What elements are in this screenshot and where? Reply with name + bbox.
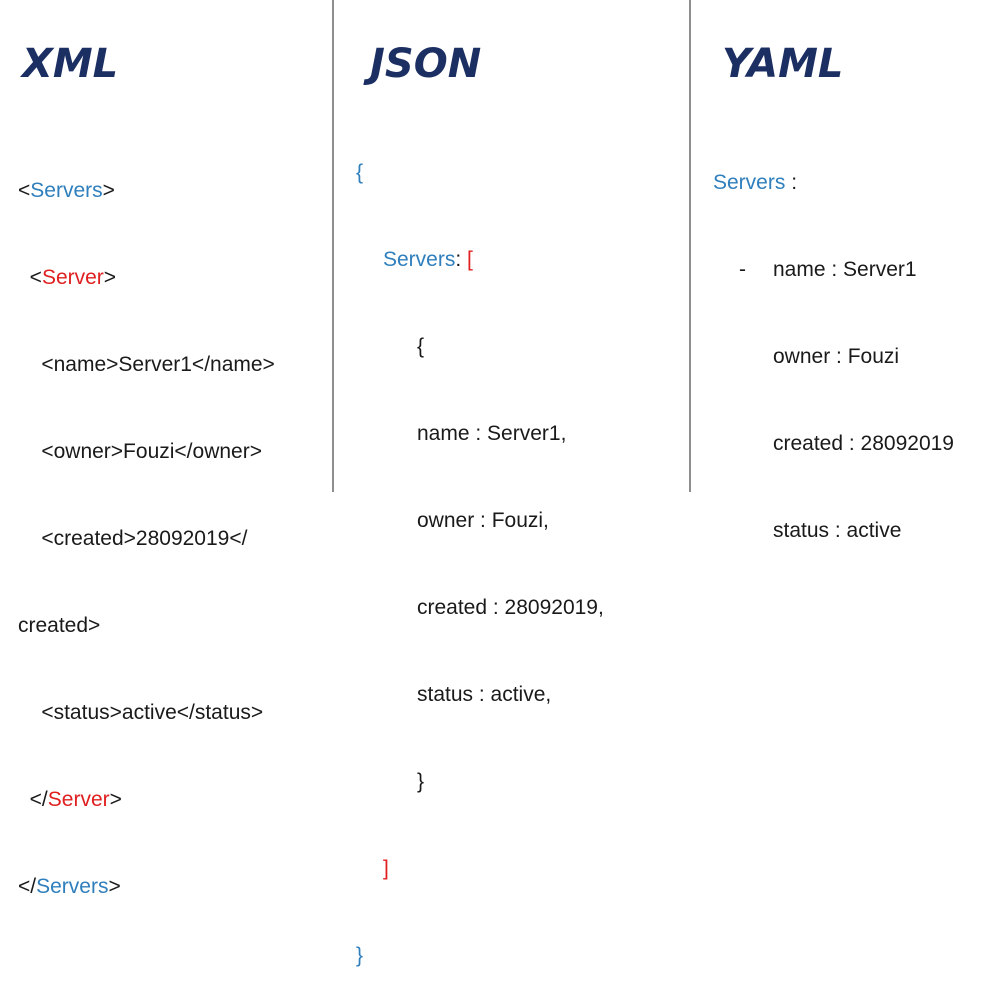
divider-left [332, 0, 334, 492]
yaml-title: YAML [722, 41, 844, 87]
xml-title: XML [22, 41, 119, 87]
json-item-open: { [417, 335, 425, 358]
yaml-dash: - [739, 258, 746, 281]
json-servers-line: Servers: [ [356, 245, 604, 274]
xml-line-server-open: <Server> [18, 263, 275, 292]
xml-bracket: < [18, 266, 42, 289]
xml-line-server-close: </Server> [18, 785, 275, 814]
json-open-bracket: [ [467, 248, 473, 271]
xml-code-block: <Servers> <Server> <name>Server1</name> … [18, 118, 275, 930]
xml-line-servers-close: </Servers> [18, 872, 275, 901]
yaml-status-line: status : active [773, 519, 902, 542]
xml-line-status: <status>active</status> [18, 701, 264, 724]
xml-line-created-wrap: created> [18, 614, 101, 637]
json-created-line: created : 28092019, [417, 596, 604, 619]
xml-tag-servers: Servers [36, 875, 109, 898]
json-title: JSON [370, 41, 482, 87]
divider-right [689, 0, 691, 492]
yaml-created-line: created : 28092019 [773, 432, 954, 455]
xml-bracket: </ [18, 875, 37, 898]
yaml-name: name : Server1 [773, 258, 917, 281]
yaml-colon: : [785, 171, 798, 194]
xml-line-name: <name>Server1</name> [18, 353, 275, 376]
xml-bracket: > [102, 179, 115, 202]
json-close-brace: } [356, 944, 364, 967]
xml-tag-servers: Servers [30, 179, 103, 202]
xml-bracket: > [109, 788, 122, 811]
json-item-close: } [417, 770, 425, 793]
yaml-name-line: - name : Server1 [713, 255, 954, 284]
xml-tag-server: Server [47, 788, 110, 811]
json-owner-line: owner : Fouzi, [417, 509, 549, 532]
xml-line-created: <created>28092019</ [18, 527, 248, 550]
xml-bracket: > [108, 875, 121, 898]
json-colon: : [455, 248, 468, 271]
xml-bracket: < [18, 179, 31, 202]
json-close-bracket: ] [383, 857, 389, 880]
yaml-code-block: Servers : - name : Server1 owner : Fouzi … [713, 110, 954, 574]
json-status-line: status : active, [417, 683, 552, 706]
json-code-block: { Servers: [ { name : Server1, owner : F… [356, 100, 604, 984]
yaml-servers-line: Servers : [713, 168, 954, 197]
xml-line-owner: <owner>Fouzi</owner> [18, 440, 262, 463]
xml-bracket: </ [18, 788, 48, 811]
yaml-servers-key: Servers [713, 171, 786, 194]
json-servers-key: Servers [383, 248, 456, 271]
yaml-owner-line: owner : Fouzi [773, 345, 900, 368]
xml-bracket: > [103, 266, 117, 289]
xml-line-servers-open: <Servers> [18, 176, 275, 205]
xml-tag-server: Server [41, 266, 104, 289]
json-name-line: name : Server1, [417, 422, 567, 445]
json-open-brace: { [356, 161, 364, 184]
